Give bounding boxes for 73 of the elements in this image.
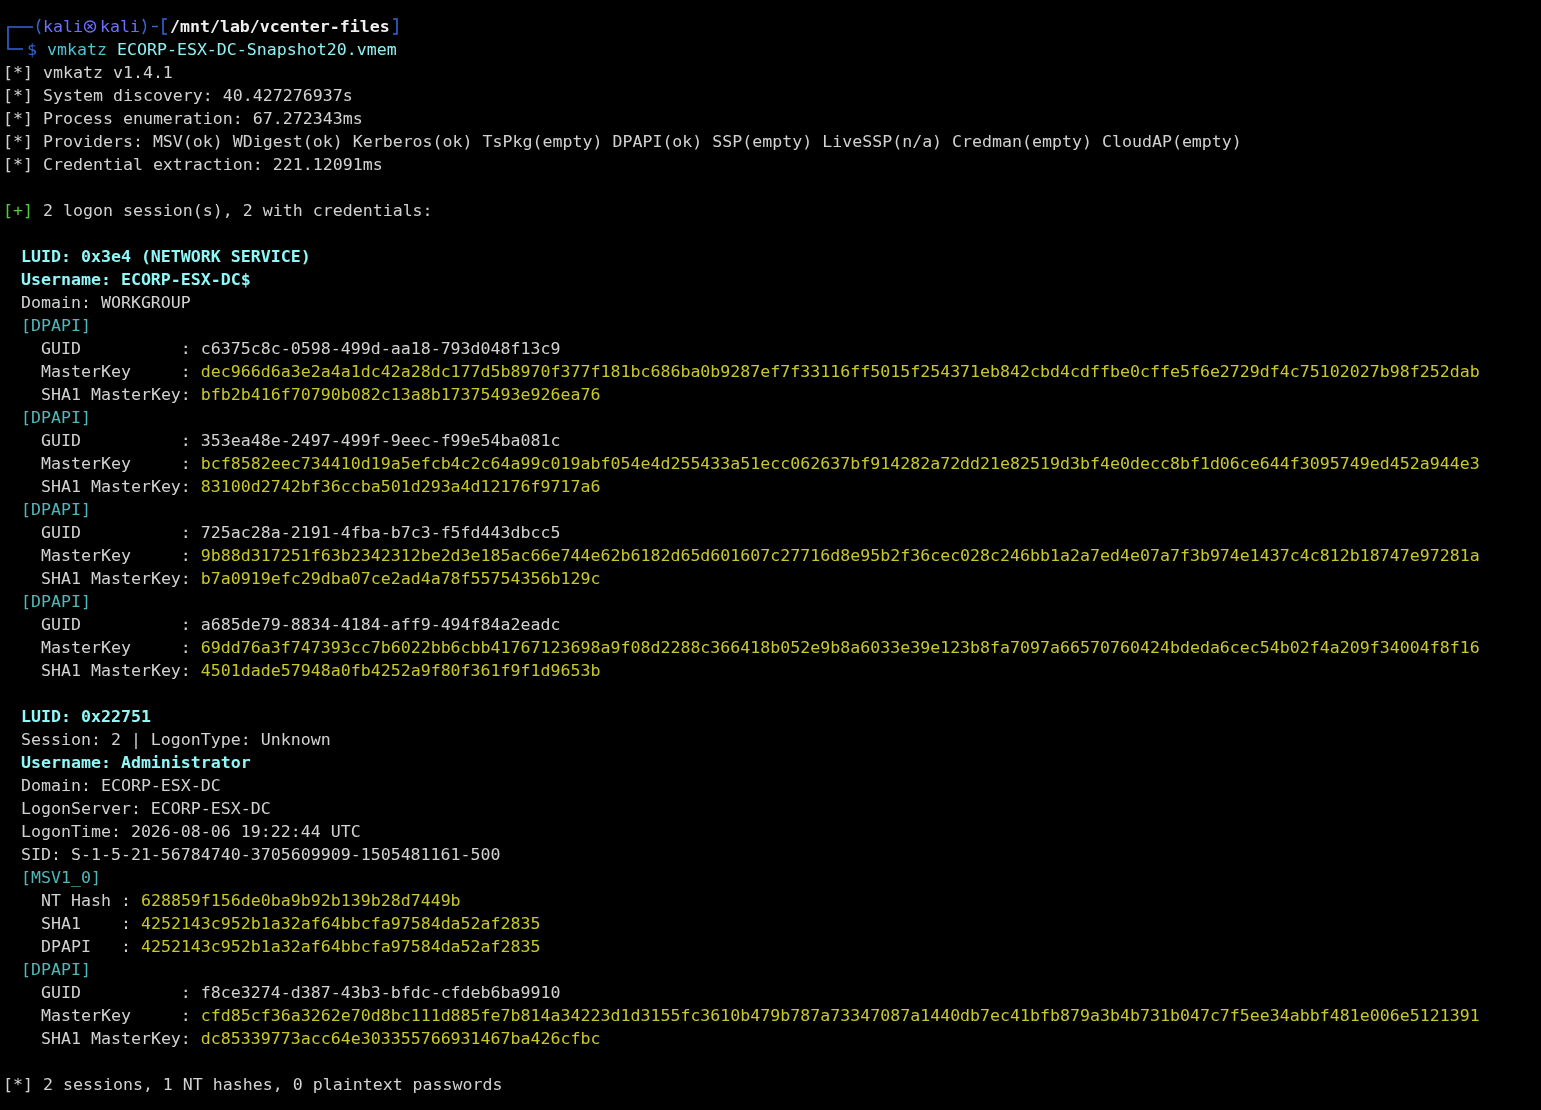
session-detail: Session: 2 | LogonType: Unknown (21, 729, 331, 751)
field-label: MasterKey : (41, 637, 191, 659)
hash-value: 4501dade57948a0fb4252a9f80f361f9f1d9653b (200, 660, 601, 682)
command-name: vmkatz (47, 39, 107, 61)
prompt-user: kali (43, 16, 83, 38)
field-value: c6375c8c-0598-499d-aa18-793d048f13c9 (200, 338, 561, 360)
prompt-host: kali (99, 16, 140, 38)
hash-value: 4252143c952b1a32af64bbcfa97584da52af2835 (140, 936, 541, 958)
field-label: MasterKey : (41, 453, 191, 475)
hash-value: 9b88d317251f63b2342312be2d3e185ac66e744e62b6182d65d601607c27716d8e95b2f36cec028c246bb1a2a7ed4e07a7f3b974e1437c4c812b18747e97281a (200, 545, 1480, 567)
prompt-symbol: $ (27, 39, 37, 61)
prompt-path: /mnt/lab/vcenter-files (169, 16, 390, 38)
section-tag: [DPAPI] (21, 590, 91, 613)
field-value: 725ac28a-2191-4fba-b7c3-f5fd443dbcc5 (200, 522, 561, 544)
log-text: Credential extraction: 221.12091ms (43, 154, 383, 176)
hash-value: dc85339773acc64e303355766931467ba426cfbc (200, 1028, 601, 1050)
session-detail: SID: S-1-5-21-56784740-3705609909-1505481161-500 (21, 844, 501, 866)
status-marker: [+] (3, 200, 33, 222)
session-detail: Domain: ECORP-ESX-DC (21, 775, 221, 797)
hash-value: bcf8582eec734410d19a5efcb4c2c64a99c019abf054e4d255433a51ecc062637bf914282a72dd21e82519d3bf4e0decc8bf1d06ce644f3095749ed452a944e3 (200, 453, 1480, 475)
status-marker: [*] (3, 1074, 33, 1096)
field-label: DPAPI : (41, 936, 131, 958)
log-text: 2 logon session(s), 2 with credentials: (43, 200, 433, 222)
hash-value: 4252143c952b1a32af64bbcfa97584da52af2835 (140, 913, 541, 935)
field-label: MasterKey : (41, 1005, 191, 1027)
hash-value: 628859f156de0ba9b92b139b28d7449b (140, 890, 461, 912)
log-text: Providers: MSV(ok) WDigest(ok) Kerberos(ok) TsPkg(empty) DPAPI(ok) SSP(empty) LiveSSP(n/a) Credman(empty) CloudAP(empty) (43, 131, 1242, 153)
field-label: NT Hash : (41, 890, 131, 912)
field-value: 353ea48e-2497-499f-9eec-f99e54ba081c (200, 430, 561, 452)
field-value: f8ce3274-d387-43b3-bfdc-cfdeb6ba9910 (200, 982, 561, 1004)
field-label: SHA1 MasterKey: (41, 476, 191, 498)
log-text: 2 sessions, 1 NT hashes, 0 plaintext passwords (43, 1074, 503, 1096)
field-label: MasterKey : (41, 545, 191, 567)
hash-value: 69dd76a3f747393cc7b6022bb6cbb41767123698a9f08d2288c366418b052e9b8a6033e39e123b8fa7097a66570760424bdeda6cec54b02f4a209f34004f8f16 (200, 637, 1480, 659)
field-label: GUID : (41, 614, 191, 636)
log-text: System discovery: 40.427276937s (43, 85, 353, 107)
session-heading: Username: Administrator (21, 752, 251, 774)
field-label: SHA1 MasterKey: (41, 568, 191, 590)
field-label: GUID : (41, 430, 191, 452)
hash-value: cfd85cf36a3262e70d8bc111d885fe7b814a34223d1d3155fc3610b479b787a73347087a1440db7ec41bfb879a3b4b731b047c7f5ee34abbf481e006e5121391 (200, 1005, 1480, 1027)
field-label: SHA1 MasterKey: (41, 660, 191, 682)
field-label: GUID : (41, 522, 191, 544)
session-heading: LUID: 0x22751 (21, 706, 151, 728)
hash-value: bfb2b416f70790b082c13a8b17375493e926ea76 (200, 384, 601, 406)
session-heading: LUID: 0x3e4 (NETWORK SERVICE) (21, 246, 311, 268)
bracket-open-icon (139, 15, 170, 38)
field-label: SHA1 : (41, 913, 131, 935)
hash-value: 83100d2742bf36ccba501d293a4d12176f9717a6 (200, 476, 601, 498)
log-text: Process enumeration: 67.272343ms (43, 108, 363, 130)
field-label: SHA1 MasterKey: (41, 384, 191, 406)
field-label: GUID : (41, 982, 191, 1004)
session-detail: LogonServer: ECORP-ESX-DC (21, 798, 271, 820)
field-label: MasterKey : (41, 361, 191, 383)
section-tag: [DPAPI] (21, 406, 91, 429)
status-marker: [*] (3, 62, 33, 84)
section-tag: [DPAPI] (21, 498, 91, 521)
session-detail: Domain: WORKGROUP (21, 292, 191, 314)
session-detail: LogonTime: 2026-08-06 19:22:44 UTC (21, 821, 361, 843)
section-tag: [DPAPI] (21, 958, 91, 981)
status-marker: [*] (3, 85, 33, 107)
field-value: a685de79-8834-4184-aff9-494f84a2eadc (200, 614, 561, 636)
hash-value: b7a0919efc29dba07ce2ad4a78f55754356b129c (200, 568, 601, 590)
section-tag: [MSV1_0] (21, 866, 101, 889)
field-label: GUID : (41, 338, 191, 360)
status-marker: [*] (3, 131, 33, 153)
status-marker: [*] (3, 108, 33, 130)
section-tag: [DPAPI] (21, 314, 91, 337)
status-marker: [*] (3, 154, 33, 176)
hash-value: dec966d6a3e2a4a1dc42a28dc177d5b8970f377f181bc686ba0b9287ef7f33116ff5015f254371eb842cbd4cdffbe0cffe5f6e2729df4c75102027b98f252dab (200, 361, 1480, 383)
session-heading: Username: ECORP-ESX-DC$ (21, 269, 251, 291)
field-label: SHA1 MasterKey: (41, 1028, 191, 1050)
log-text: vmkatz v1.4.1 (43, 62, 173, 84)
command-argument: ECORP-ESX-DC-Snapshot20.vmem (116, 39, 397, 61)
